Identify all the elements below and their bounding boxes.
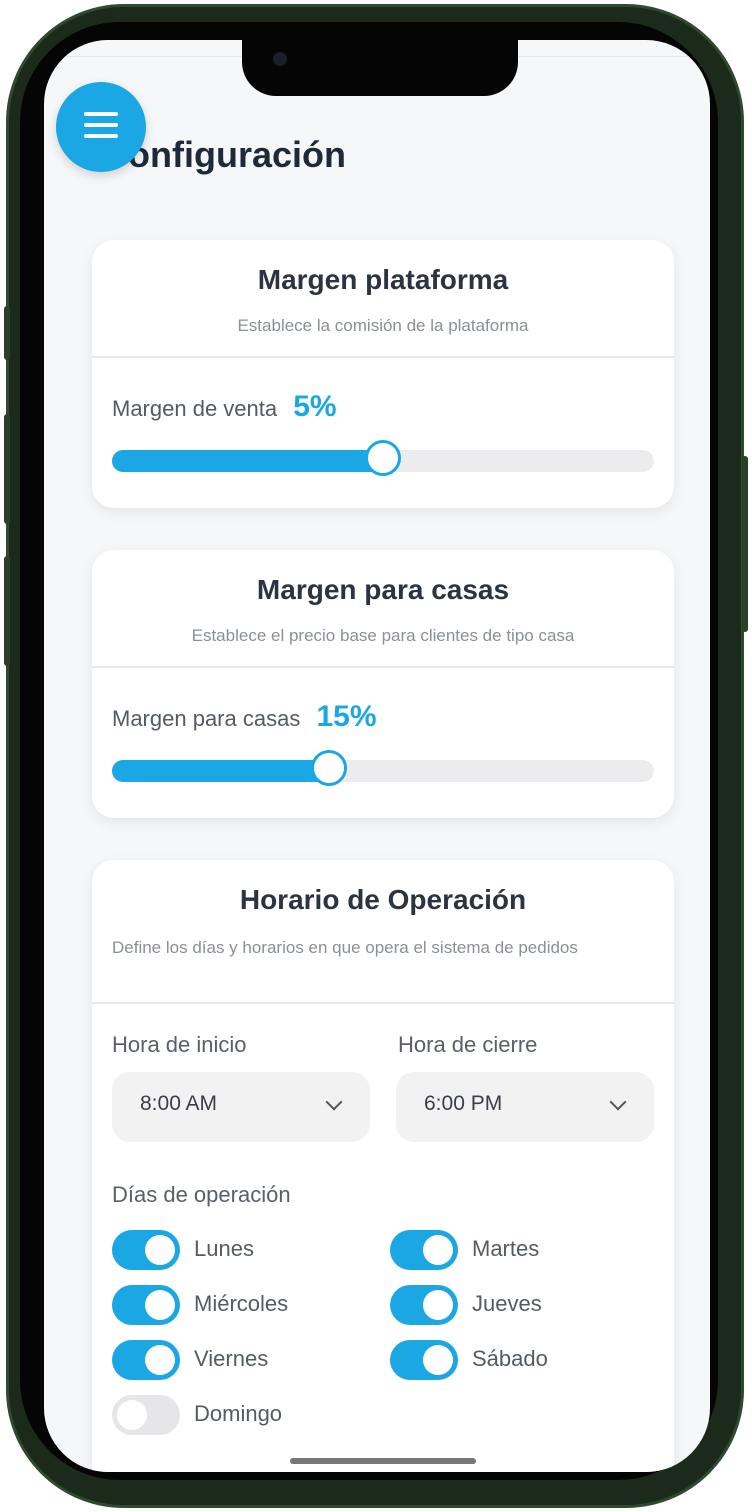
slider-label: Margen para casas [112, 706, 301, 731]
toggle-knob [423, 1290, 453, 1320]
platform-margin-slider[interactable] [112, 440, 654, 476]
start-time-select[interactable]: 8:00 AM [112, 1072, 370, 1142]
notch [242, 40, 518, 96]
card-subtitle: Establece la comisión de la plataforma [237, 316, 529, 335]
schedule-card: Horario de Operación Define los días y h… [92, 860, 674, 1472]
card-subtitle: Establece el precio base para clientes d… [191, 626, 575, 645]
silent-switch [4, 306, 10, 360]
toggle-switch[interactable] [112, 1230, 180, 1270]
power-button [742, 456, 748, 632]
toggle-switch[interactable] [390, 1285, 458, 1325]
days-label: Días de operación [112, 1182, 291, 1207]
screen: Configuración Margen plataforma Establec… [44, 40, 710, 1472]
card-title: Margen para casas [256, 574, 510, 605]
day-label: Domingo [194, 1401, 283, 1426]
slider-fill [112, 760, 329, 782]
start-time-label: Hora de inicio [112, 1032, 247, 1057]
end-time-select[interactable]: 6:00 PM [396, 1072, 654, 1142]
toggle-knob [145, 1345, 175, 1375]
volume-down-button [4, 556, 10, 666]
toggle-knob [423, 1345, 453, 1375]
toggle-knob [145, 1290, 175, 1320]
day-label: Miércoles [194, 1291, 289, 1316]
slider-thumb[interactable] [365, 440, 401, 476]
start-time-value: 8:00 AM [140, 1092, 218, 1115]
slider-label: Margen de venta [112, 396, 278, 421]
toggle-knob [423, 1235, 453, 1265]
front-camera [273, 52, 287, 66]
end-time-value: 6:00 PM [424, 1092, 503, 1115]
slider-fill [112, 450, 383, 472]
slider-label-row: Margen de venta 5% [112, 390, 337, 424]
card-header: Margen para casas Establece el precio ba… [92, 550, 674, 668]
toggle-switch[interactable] [112, 1395, 180, 1435]
slider-value: 15% [316, 700, 377, 733]
slider-label-row: Margen para casas 15% [112, 700, 377, 734]
toggle-knob [117, 1400, 147, 1430]
house-margin-slider[interactable] [112, 750, 654, 786]
card-title: Horario de Operación [239, 884, 527, 915]
toggle-switch[interactable] [390, 1340, 458, 1380]
chevron-down-icon [609, 1093, 627, 1111]
slider-value: 5% [293, 390, 337, 423]
toggle-knob [145, 1235, 175, 1265]
card-subtitle: Define los días y horarios en que opera … [112, 938, 578, 957]
hamburger-menu-icon [84, 112, 118, 142]
home-indicator [290, 1458, 476, 1464]
day-label: Jueves [472, 1291, 542, 1316]
card-title: Margen plataforma [257, 264, 509, 295]
day-label: Martes [472, 1236, 540, 1261]
card-header: Horario de Operación Define los días y h… [92, 860, 674, 1004]
toggle-switch[interactable] [112, 1285, 180, 1325]
day-label: Sábado [472, 1346, 548, 1371]
house-margin-card: Margen para casas Establece el precio ba… [92, 550, 674, 818]
chevron-down-icon [325, 1093, 343, 1111]
platform-margin-card: Margen plataforma Establece la comisión … [92, 240, 674, 508]
menu-button[interactable] [56, 82, 146, 172]
toggle-switch[interactable] [390, 1230, 458, 1270]
volume-up-button [4, 414, 10, 524]
day-label: Lunes [194, 1236, 254, 1261]
toggle-switch[interactable] [112, 1340, 180, 1380]
end-time-label: Hora de cierre [398, 1032, 538, 1057]
slider-thumb[interactable] [310, 750, 347, 786]
day-label: Viernes [194, 1346, 269, 1371]
card-header: Margen plataforma Establece la comisión … [92, 240, 674, 358]
